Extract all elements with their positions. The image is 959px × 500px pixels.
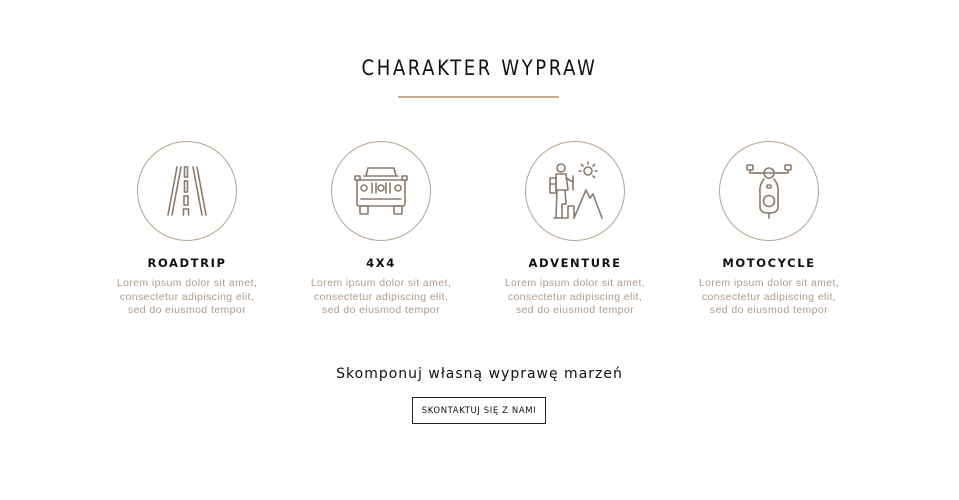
contact-button[interactable]: SKONTAKTUJ SIĘ Z NAMI [412,397,546,424]
feature-icon-circle [137,141,237,241]
feature-icon-circle [331,141,431,241]
feature-motocycle: MOTOCYCLE Lorem ipsum dolor sit amet, co… [689,141,849,318]
feature-description: Lorem ipsum dolor sit amet, consectetur … [495,277,655,318]
feature-description-line: Lorem ipsum dolor sit amet, [116,277,258,289]
feature-roadtrip: ROADTRIP Lorem ipsum dolor sit amet, con… [107,141,267,318]
hiker-icon [549,161,603,219]
feature-4x4: 4X4 Lorem ipsum dolor sit amet, consecte… [301,141,461,318]
feature-icon-circle [719,141,819,241]
offroad-vehicle-icon [354,167,408,215]
feature-description-line: consectetur adipiscing elit, [701,290,837,303]
scooter-icon [746,164,792,219]
feature-description-line: sed do eiusmod tempor [709,304,829,316]
feature-description-line: Lorem ipsum dolor sit amet, [310,277,452,289]
road-icon [167,166,207,216]
feature-adventure: ADVENTURE Lorem ipsum dolor sit amet, co… [495,141,655,318]
feature-description: Lorem ipsum dolor sit amet, consectetur … [107,277,267,318]
feature-description-line: Lorem ipsum dolor sit amet, [698,277,840,289]
feature-description: Lorem ipsum dolor sit amet, consectetur … [689,277,849,318]
section-title: CHARAKTER WYPRAW [361,56,598,80]
cta-heading: Skomponuj własną wyprawę marzeń [336,366,623,382]
feature-description-line: Lorem ipsum dolor sit amet, [504,277,646,289]
title-divider [398,96,559,98]
feature-title: ROADTRIP [147,256,227,270]
feature-title: ADVENTURE [528,256,622,270]
feature-icon-circle [525,141,625,241]
feature-description-line: sed do eiusmod tempor [321,304,441,316]
feature-description-line: consectetur adipiscing elit, [507,290,643,303]
features-row: ROADTRIP Lorem ipsum dolor sit amet, con… [0,141,959,331]
feature-title: 4X4 [366,256,396,270]
feature-title: MOTOCYCLE [722,256,816,270]
feature-description: Lorem ipsum dolor sit amet, consectetur … [301,277,461,318]
feature-description-line: consectetur adipiscing elit, [313,290,449,303]
feature-description-line: sed do eiusmod tempor [515,304,635,316]
feature-description-line: consectetur adipiscing elit, [119,290,255,303]
feature-description-line: sed do eiusmod tempor [127,304,247,316]
